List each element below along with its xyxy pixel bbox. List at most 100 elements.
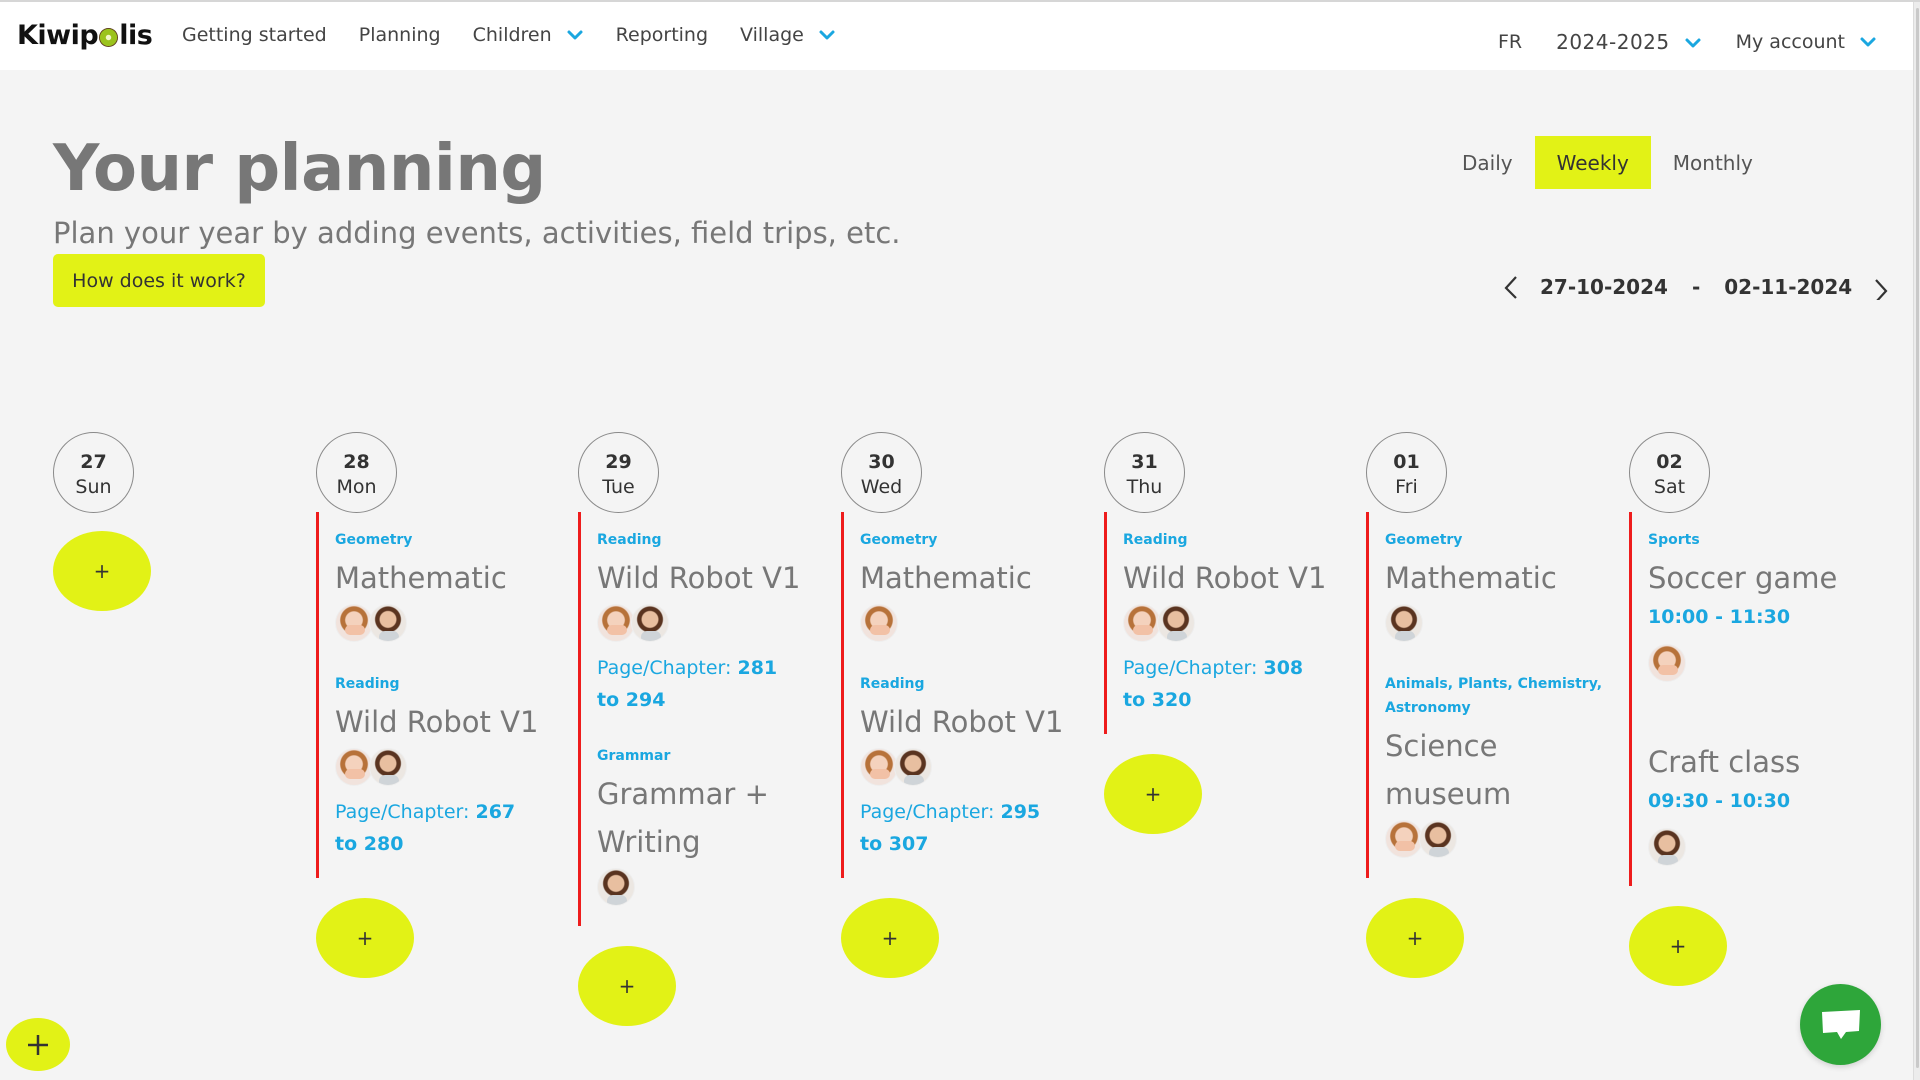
child-avatar-girl[interactable] (335, 748, 373, 786)
child-avatar-girl[interactable] (860, 604, 898, 642)
add-event-button[interactable]: + (1366, 898, 1464, 978)
school-year-dropdown[interactable]: 2024-2025 (1556, 30, 1702, 54)
chevron-down-icon (1859, 33, 1877, 51)
language-label: FR (1497, 31, 1523, 53)
pages-from: 267 (475, 801, 516, 823)
date-separator: - (1691, 275, 1701, 299)
day-number: 27 (80, 450, 107, 473)
event-card[interactable]: Geometry Mathematic (860, 528, 1081, 644)
event-participants (335, 748, 556, 788)
day-header[interactable]: 30 Wed (841, 432, 922, 513)
view-daily-tab[interactable]: Daily (1440, 136, 1535, 189)
child-avatar-boy[interactable] (1648, 828, 1686, 866)
my-account-dropdown[interactable]: My account (1736, 31, 1877, 53)
event-title: Wild Robot V1 (597, 561, 801, 595)
child-avatar-boy[interactable] (369, 604, 407, 642)
child-avatar-boy[interactable] (597, 868, 635, 906)
add-event-button[interactable]: + (1104, 754, 1202, 834)
pages-prefix: Page/Chapter: (597, 657, 738, 679)
day-header[interactable]: 27 Sun (53, 432, 134, 513)
child-avatar-girl[interactable] (335, 604, 373, 642)
event-title: Wild Robot V1 (860, 705, 1064, 739)
event-category: Reading (860, 676, 925, 692)
child-avatar-boy[interactable] (369, 748, 407, 786)
event-card[interactable]: Grammar Grammar + Writing (597, 744, 818, 908)
chat-support-button[interactable] (1800, 984, 1881, 1065)
event-pages: Page/Chapter: 308 to 320 (1123, 652, 1344, 716)
event-card[interactable]: Animals, Plants, Chemistry, Astronomy Sci… (1385, 672, 1606, 860)
day-number: 30 (868, 450, 895, 473)
event-title: Craft class (1648, 745, 1801, 779)
event-category: Geometry (1385, 532, 1463, 548)
day-header[interactable]: 02 Sat (1629, 432, 1710, 513)
child-avatar-boy[interactable] (1157, 604, 1195, 642)
logo-text-start: Kiwip (17, 20, 99, 51)
day-header[interactable]: 01 Fri (1366, 432, 1447, 513)
event-card[interactable]: Reading Wild Robot V1 Page/Chapter: 267 to … (335, 672, 556, 860)
day-events-list: Reading Wild Robot V1 Page/Chapter: 281 to … (578, 512, 818, 926)
event-category: Sports (1648, 532, 1700, 548)
event-participants (1648, 828, 1869, 868)
event-card[interactable]: Sports Soccer game 10:00 - 11:30 (1648, 528, 1869, 684)
event-card[interactable]: Craft class 09:30 - 10:30 (1648, 712, 1869, 868)
event-card[interactable]: Reading Wild Robot V1 Page/Chapter: 308 to … (1123, 528, 1344, 716)
floating-add-button[interactable] (6, 1018, 70, 1071)
vertical-scrollbar[interactable] (1913, 2, 1920, 1080)
event-pages: Page/Chapter: 295 to 307 (860, 796, 1081, 860)
previous-week-button[interactable] (1496, 272, 1526, 302)
nav-village[interactable]: Village (740, 24, 836, 46)
day-header[interactable]: 28 Mon (316, 432, 397, 513)
event-participants (597, 868, 818, 908)
child-avatar-girl[interactable] (597, 604, 635, 642)
event-card[interactable]: Reading Wild Robot V1 Page/Chapter: 295 to … (860, 672, 1081, 860)
add-event-button[interactable]: + (53, 531, 151, 611)
day-column: 27 Sun + (53, 432, 293, 611)
child-avatar-girl[interactable] (860, 748, 898, 786)
day-events-list: Sports Soccer game 10:00 - 11:30 Craft clas… (1629, 512, 1869, 886)
next-week-button[interactable] (1866, 272, 1896, 302)
pages-from: 281 (737, 657, 778, 679)
child-avatar-girl[interactable] (1123, 604, 1161, 642)
event-participants (860, 604, 1081, 644)
event-title: Grammar + Writing (597, 777, 769, 859)
event-category: Geometry (860, 532, 938, 548)
add-event-button[interactable]: + (1629, 906, 1727, 986)
event-title: Science museum (1385, 729, 1512, 811)
event-category: Reading (1123, 532, 1188, 548)
day-header[interactable]: 29 Tue (578, 432, 659, 513)
add-event-button[interactable]: + (841, 898, 939, 978)
view-monthly-tab[interactable]: Monthly (1651, 136, 1775, 189)
event-card[interactable]: Reading Wild Robot V1 Page/Chapter: 281 to … (597, 528, 818, 716)
scrollbar-thumb[interactable] (1916, 8, 1919, 1068)
pages-prefix: Page/Chapter: (335, 801, 476, 823)
event-title: Mathematic (335, 561, 507, 595)
day-name: Sat (1653, 475, 1686, 498)
day-name: Fri (1395, 475, 1418, 498)
child-avatar-boy[interactable] (1385, 604, 1423, 642)
plus-icon (28, 1034, 48, 1055)
child-avatar-boy[interactable] (894, 748, 932, 786)
view-weekly-tab[interactable]: Weekly (1534, 136, 1651, 189)
child-avatar-boy[interactable] (1419, 820, 1457, 858)
day-header[interactable]: 31 Thu (1104, 432, 1185, 513)
event-card[interactable]: Geometry Mathematic (1385, 528, 1606, 644)
nav-reporting[interactable]: Reporting (616, 24, 708, 46)
add-event-button[interactable]: + (316, 898, 414, 978)
day-number: 29 (605, 450, 632, 473)
event-title: Wild Robot V1 (1123, 561, 1327, 595)
child-avatar-boy[interactable] (631, 604, 669, 642)
child-avatar-girl[interactable] (1648, 644, 1686, 682)
school-year-label: 2024-2025 (1556, 30, 1670, 54)
how-does-it-work-button[interactable]: How does it work? (53, 254, 265, 307)
day-column: 30 Wed Geometry Mathematic Reading Wild Robot… (841, 432, 1081, 978)
add-event-button[interactable]: + (578, 946, 676, 1026)
nav-planning[interactable]: Planning (359, 24, 441, 46)
event-card[interactable]: Geometry Mathematic (335, 528, 556, 644)
child-avatar-girl[interactable] (1385, 820, 1423, 858)
nav-children[interactable]: Children (473, 24, 584, 46)
day-column: 02 Sat Sports Soccer game 10:00 - 11:30 Craft… (1629, 432, 1869, 986)
language-switch[interactable]: FR (1498, 31, 1522, 53)
kiwipolis-logo[interactable]: Kiwip lis (17, 20, 153, 51)
nav-getting-started[interactable]: Getting started (182, 24, 327, 46)
nav-label: Village (740, 24, 804, 46)
